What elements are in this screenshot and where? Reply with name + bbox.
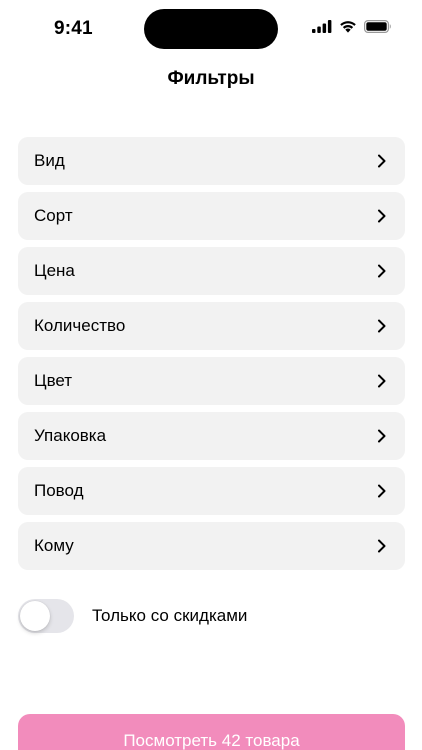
- discount-toggle-row: Только со скидками: [18, 599, 247, 633]
- filter-item-packaging[interactable]: Упаковка: [18, 412, 405, 460]
- filter-item-occasion[interactable]: Повод: [18, 467, 405, 515]
- page-title: Фильтры: [167, 68, 255, 89]
- show-results-button[interactable]: Посмотреть 42 товара: [18, 714, 405, 750]
- toggle-knob: [20, 601, 50, 631]
- dynamic-island: [144, 9, 278, 49]
- discount-toggle[interactable]: [18, 599, 74, 633]
- filter-item-label: Повод: [34, 481, 84, 500]
- filter-item-label: Цена: [34, 261, 75, 280]
- cellular-signal-icon: [312, 20, 332, 33]
- filters-screen: 9:41 Фильтры Вид Сорт Цена Количество Цв…: [0, 0, 422, 750]
- status-icons: [312, 20, 392, 33]
- status-time: 9:41: [54, 18, 93, 39]
- filter-item-color[interactable]: Цвет: [18, 357, 405, 405]
- filter-item-label: Вид: [34, 151, 65, 170]
- chevron-right-icon: [378, 319, 386, 333]
- filter-item-variety[interactable]: Сорт: [18, 192, 405, 240]
- chevron-right-icon: [378, 429, 386, 443]
- filter-item-type[interactable]: Вид: [18, 137, 405, 185]
- chevron-right-icon: [378, 539, 386, 553]
- chevron-right-icon: [378, 209, 386, 223]
- filter-item-recipient[interactable]: Кому: [18, 522, 405, 570]
- filter-item-label: Упаковка: [34, 426, 107, 445]
- chevron-right-icon: [378, 264, 386, 278]
- status-bar: 9:41: [0, 0, 422, 58]
- wifi-icon: [340, 21, 356, 33]
- battery-icon: [364, 20, 391, 33]
- filter-item-quantity[interactable]: Количество: [18, 302, 405, 350]
- discount-toggle-label: Только со скидками: [92, 606, 248, 625]
- filter-item-label: Количество: [34, 316, 126, 335]
- chevron-right-icon: [378, 374, 386, 388]
- filter-item-price[interactable]: Цена: [18, 247, 405, 295]
- filter-item-label: Сорт: [34, 206, 73, 225]
- filter-item-label: Цвет: [34, 371, 73, 390]
- chevron-right-icon: [378, 484, 386, 498]
- filter-list: Вид Сорт Цена Количество Цвет Упаковка П…: [18, 137, 405, 570]
- chevron-right-icon: [378, 154, 386, 168]
- filter-item-label: Кому: [34, 536, 74, 555]
